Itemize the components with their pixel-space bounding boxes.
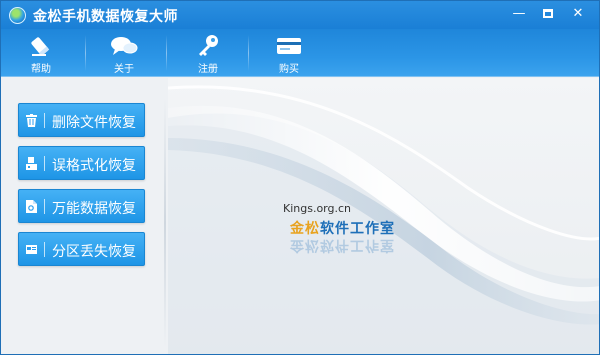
close-button[interactable]: ✕ bbox=[567, 5, 589, 23]
sidebar: 删除文件恢复 误格式化恢复 万能数据恢复 分区丢失恢复 bbox=[1, 78, 166, 354]
title-bar[interactable]: 金松手机数据恢复大师 — ✕ bbox=[1, 1, 599, 29]
brand-name-reflection: 金松软件工作室 bbox=[290, 237, 395, 253]
background-swoosh bbox=[168, 85, 599, 354]
deleted-file-recovery-label: 删除文件恢复 bbox=[52, 115, 136, 131]
toolbar-help-button[interactable]: 帮助 bbox=[11, 31, 71, 75]
data-file-icon bbox=[26, 200, 37, 213]
app-title: 金松手机数据恢复大师 bbox=[33, 9, 178, 25]
about-chat-icon bbox=[111, 37, 138, 55]
minimize-button[interactable]: — bbox=[508, 5, 530, 23]
button-divider bbox=[44, 242, 45, 257]
trash-icon bbox=[26, 114, 37, 127]
maximize-icon bbox=[543, 9, 553, 18]
brand-name: 金松软件工作室 bbox=[290, 218, 395, 238]
toolbar-buy-button[interactable]: 购买 bbox=[259, 31, 319, 75]
button-divider bbox=[44, 156, 45, 171]
deleted-file-recovery-button[interactable]: 删除文件恢复 bbox=[18, 103, 145, 137]
button-divider bbox=[44, 113, 45, 128]
toolbar-separator bbox=[166, 35, 167, 71]
main-content: 删除文件恢复 误格式化恢复 万能数据恢复 分区丢失恢复 Kings.org.cn… bbox=[1, 78, 599, 354]
format-recovery-label: 误格式化恢复 bbox=[52, 158, 136, 174]
key-icon bbox=[199, 35, 218, 56]
toolbar-help-label: 帮助 bbox=[31, 64, 51, 75]
partition-recovery-button[interactable]: 分区丢失恢复 bbox=[18, 232, 145, 266]
welcome-panel: Kings.org.cn 金松软件工作室 金松软件工作室 bbox=[168, 78, 599, 354]
toolbar: 帮助 关于 注册 购买 bbox=[1, 29, 599, 77]
button-divider bbox=[44, 199, 45, 214]
universal-data-recovery-label: 万能数据恢复 bbox=[52, 201, 136, 217]
brand-url: Kings.org.cn bbox=[283, 202, 352, 215]
partition-icon bbox=[26, 245, 37, 254]
toolbar-register-label: 注册 bbox=[198, 64, 218, 75]
help-icon bbox=[31, 37, 50, 56]
toolbar-register-button[interactable]: 注册 bbox=[178, 31, 238, 75]
buy-card-icon bbox=[277, 38, 301, 54]
brand-name-highlight: 金松 bbox=[290, 221, 320, 237]
app-window: 金松手机数据恢复大师 — ✕ 帮助 关于 注册 购买 删除文件恢复 误格式化恢复… bbox=[0, 0, 600, 355]
maximize-button[interactable] bbox=[537, 5, 559, 23]
toolbar-separator bbox=[248, 35, 249, 71]
format-recovery-button[interactable]: 误格式化恢复 bbox=[18, 146, 145, 180]
partition-recovery-label: 分区丢失恢复 bbox=[52, 244, 136, 260]
format-icon bbox=[26, 157, 37, 170]
toolbar-buy-label: 购买 bbox=[279, 64, 299, 75]
toolbar-about-label: 关于 bbox=[114, 64, 134, 75]
universal-data-recovery-button[interactable]: 万能数据恢复 bbox=[18, 189, 145, 223]
app-logo-icon bbox=[9, 7, 26, 24]
brand-name-rest: 软件工作室 bbox=[320, 221, 395, 237]
toolbar-about-button[interactable]: 关于 bbox=[94, 31, 154, 75]
toolbar-separator bbox=[85, 35, 86, 71]
